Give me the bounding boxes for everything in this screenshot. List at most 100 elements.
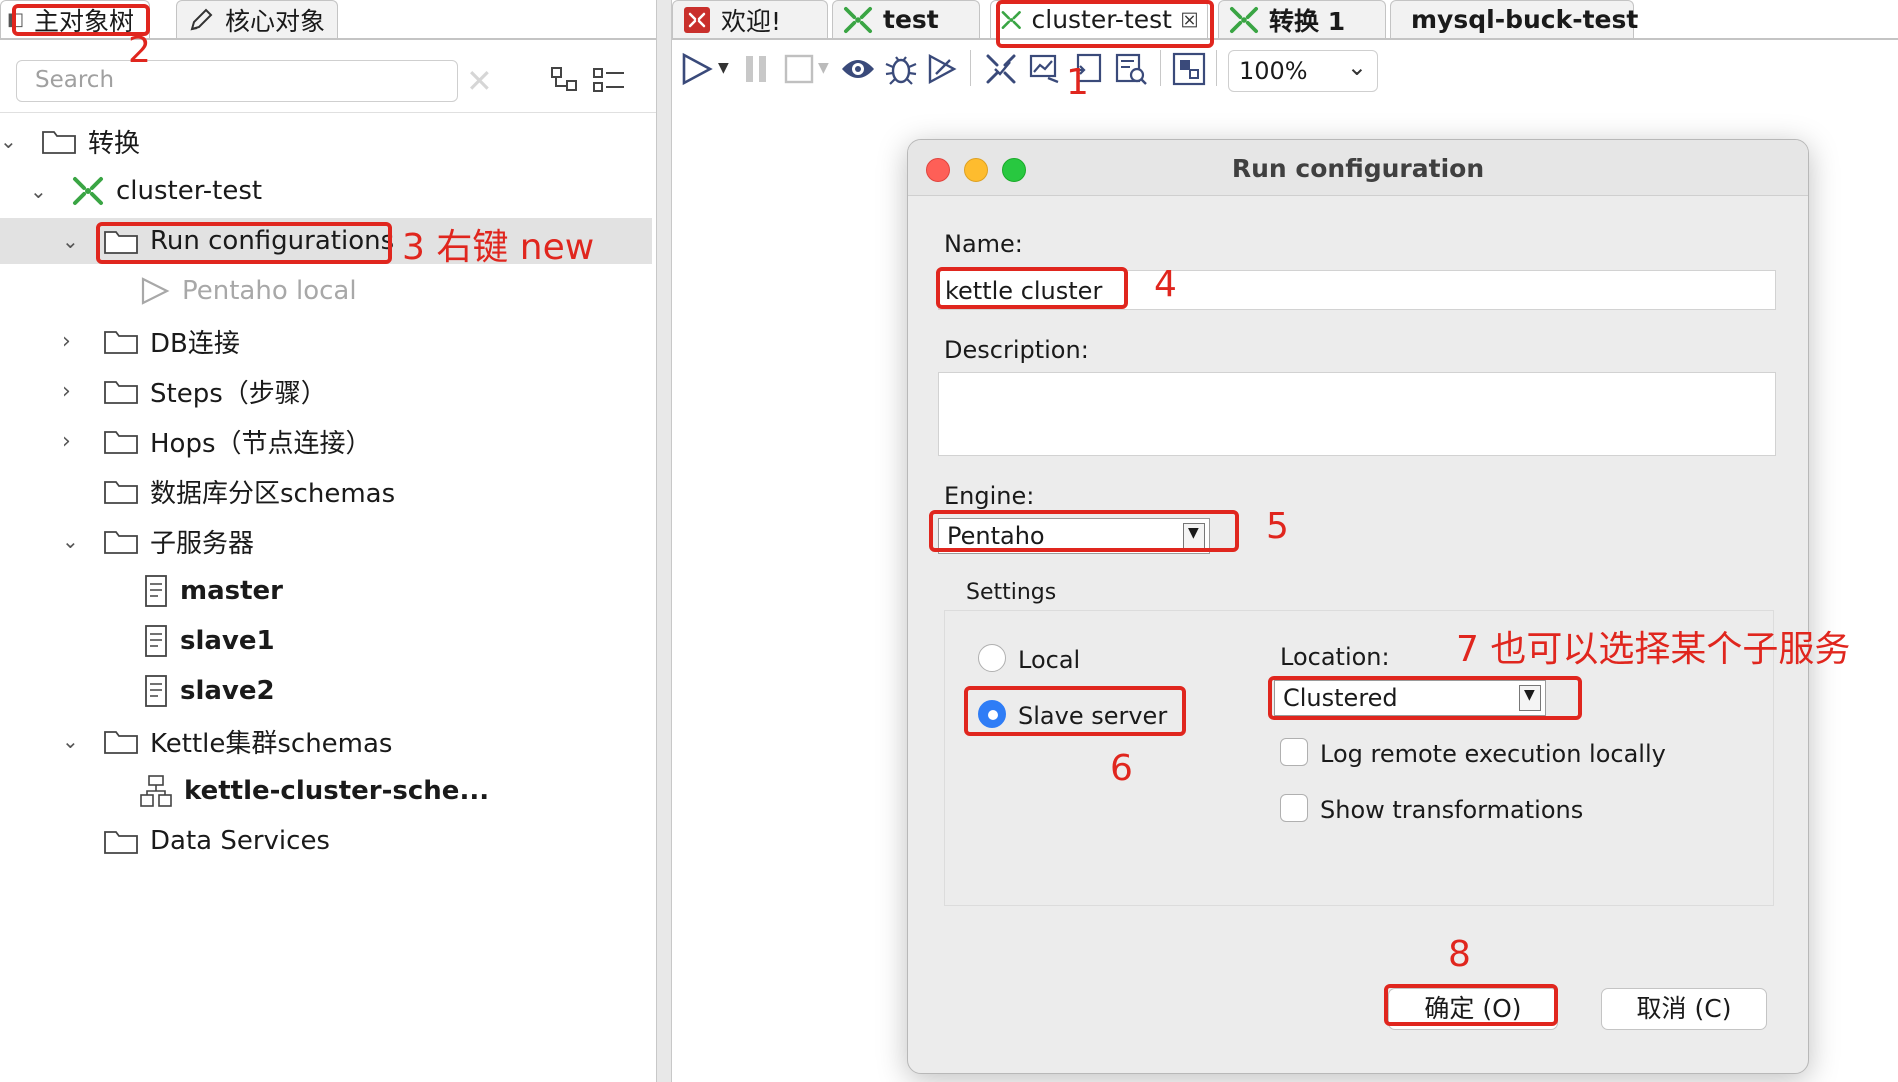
tab-welcome[interactable]: 欢迎!	[672, 0, 828, 38]
tree-node-db-connections[interactable]: › DB连接	[62, 318, 240, 364]
chevron-down-icon[interactable]: ⌄	[62, 529, 86, 553]
tree-node-partition-schemas[interactable]: 数据库分区schemas	[104, 468, 395, 514]
stop-dropdown-icon[interactable]: ▼	[818, 60, 829, 76]
tab-label: mysql-buck-test	[1411, 5, 1639, 34]
chevron-down-icon: ⌄	[1346, 53, 1367, 81]
close-tab-icon[interactable]	[1182, 9, 1197, 31]
chevron-right-icon[interactable]: ›	[62, 379, 86, 404]
tab-mysql-buck-test[interactable]: mysql-buck-test	[1390, 0, 1638, 38]
search-placeholder: Search	[35, 67, 115, 93]
tab-test[interactable]: test	[832, 0, 980, 38]
name-value: kettle cluster	[945, 277, 1103, 305]
editor-tabstrip-line	[672, 38, 1898, 40]
collapse-all-icon[interactable]	[592, 66, 626, 94]
replay-icon[interactable]	[926, 52, 960, 86]
tab-label: 转换 1	[1269, 6, 1346, 36]
tree-label: Data Services	[150, 826, 330, 856]
name-field[interactable]: kettle cluster	[938, 270, 1776, 310]
dialog-title: Run configuration	[1231, 154, 1485, 183]
tab-core-objects[interactable]: 核心对象	[176, 0, 338, 38]
tree-node-slave2[interactable]: slave2	[144, 668, 275, 714]
preview-eye-icon[interactable]	[840, 54, 876, 84]
tree-node-transform[interactable]: ⌄ cluster-test	[30, 168, 262, 214]
toolbar-separator	[1160, 50, 1161, 86]
local-radio[interactable]	[978, 644, 1006, 672]
verify-icon[interactable]	[984, 52, 1018, 86]
tree-node-cluster-schemas[interactable]: ⌄ Kettle集群schemas	[62, 718, 392, 764]
tree-node-master[interactable]: master	[144, 568, 283, 614]
tree-node-pentaho-local[interactable]: Pentaho local	[140, 268, 357, 314]
tree-label: Hops（节点连接）	[150, 428, 372, 459]
clear-search-icon[interactable]: ✕	[466, 62, 493, 100]
left-panel: ◧ 主对象树 核心对象 Search ✕ ⌄ 转换 ⌄ cluster-test…	[0, 0, 656, 1082]
dropdown-arrow-icon: ▼	[1183, 523, 1205, 549]
run-dropdown-icon[interactable]: ▼	[718, 60, 729, 76]
run-icon	[141, 277, 170, 305]
run-icon[interactable]	[680, 52, 714, 86]
tree-label: master	[180, 576, 283, 606]
pause-icon[interactable]	[742, 52, 772, 86]
tree-label: Steps（步骤）	[150, 378, 327, 409]
impact-icon[interactable]	[1028, 52, 1062, 86]
chevron-right-icon[interactable]: ›	[62, 329, 86, 354]
zoom-value: 100%	[1239, 57, 1308, 85]
expand-all-icon[interactable]	[550, 66, 580, 94]
tab-cluster-test[interactable]: cluster-test	[990, 0, 1208, 38]
show-transformations-checkbox[interactable]	[1280, 794, 1308, 822]
transform-icon	[1230, 6, 1258, 33]
zoom-select[interactable]: 100% ⌄	[1228, 50, 1378, 92]
search-separator	[0, 112, 656, 113]
tree-node-steps[interactable]: › Steps（步骤）	[62, 368, 327, 414]
slave-server-radio[interactable]	[978, 700, 1006, 728]
search-input[interactable]: Search	[16, 60, 458, 102]
folder-icon	[104, 831, 138, 854]
chevron-down-icon[interactable]: ⌄	[62, 229, 86, 253]
layout-icon[interactable]	[1172, 52, 1206, 86]
transform-icon	[73, 177, 103, 205]
log-remote-checkbox[interactable]	[1280, 738, 1308, 766]
tree-node-run-configurations[interactable]: ⌄ Run configurations	[62, 218, 394, 264]
annotation-3: 3 右键 new	[402, 227, 595, 268]
tree-label: 数据库分区schemas	[150, 478, 396, 509]
tree-node-slave1[interactable]: slave1	[144, 618, 275, 664]
location-select[interactable]: Clustered ▼	[1274, 680, 1546, 716]
tree-node-hops[interactable]: › Hops（节点连接）	[62, 418, 372, 464]
left-tabstrip: ◧ 主对象树 核心对象	[0, 0, 656, 40]
panel-splitter[interactable]	[656, 0, 672, 1082]
explore-db-icon[interactable]	[1114, 52, 1148, 86]
description-field[interactable]	[938, 372, 1776, 456]
cancel-button[interactable]: 取消 (C)	[1601, 988, 1767, 1030]
tab-label: 核心对象	[225, 6, 326, 36]
annotation-6: 6	[1110, 748, 1133, 789]
chevron-down-icon[interactable]: ⌄	[30, 179, 54, 203]
chevron-right-icon[interactable]: ›	[62, 429, 86, 454]
tab-transform-1[interactable]: 转换 1	[1218, 0, 1386, 38]
ok-button[interactable]: 确定 (O)	[1388, 988, 1558, 1030]
tree-label: Kettle集群schemas	[150, 728, 393, 759]
engine-label: Engine:	[944, 482, 1035, 510]
tree-label: 转换	[88, 128, 141, 159]
name-label: Name:	[944, 230, 1023, 258]
chevron-down-icon[interactable]: ⌄	[62, 729, 86, 753]
server-icon	[145, 575, 167, 607]
chevron-down-icon[interactable]: ⌄	[0, 129, 24, 153]
engine-value: Pentaho	[947, 522, 1045, 550]
tree-node-slave-servers[interactable]: ⌄ 子服务器	[62, 518, 254, 564]
server-icon	[145, 625, 167, 657]
tree-node-data-services[interactable]: Data Services	[104, 818, 330, 864]
dropdown-arrow-icon: ▼	[1519, 685, 1541, 711]
stop-icon[interactable]	[784, 54, 814, 84]
tree-node-cluster-schema-item[interactable]: kettle-cluster-sche...	[140, 768, 489, 814]
tree-label: cluster-test	[116, 176, 263, 206]
description-label: Description:	[944, 336, 1089, 364]
debug-icon[interactable]	[884, 52, 918, 86]
tree-node-root[interactable]: ⌄ 转换	[0, 118, 140, 164]
folder-icon	[104, 481, 138, 504]
engine-select[interactable]: Pentaho ▼	[938, 518, 1210, 554]
tree-label: Pentaho local	[182, 276, 357, 306]
folder-icon	[104, 331, 138, 354]
tree-label: Run configurations	[150, 226, 395, 256]
tab-label: cluster-test	[1031, 5, 1172, 34]
welcome-icon	[684, 6, 710, 33]
location-value: Clustered	[1283, 684, 1398, 712]
